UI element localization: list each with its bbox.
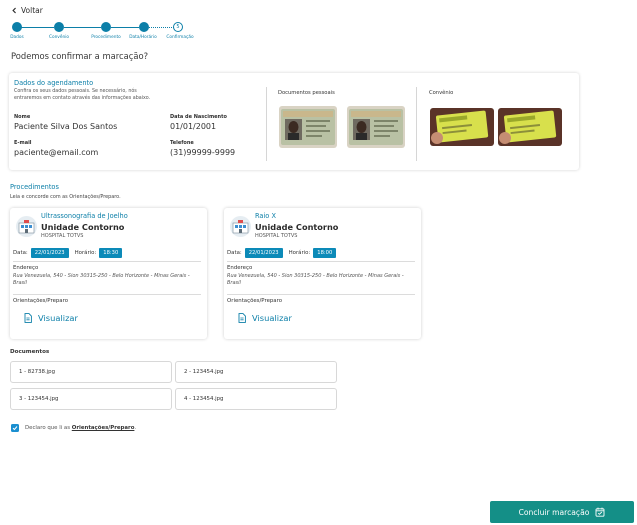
insurance-title: Convênio — [429, 90, 454, 96]
declaration-row: Declaro que li as Orientações/Preparo. — [11, 424, 136, 432]
time-chip: 18:30 — [99, 248, 123, 258]
date-chip: 22/01/2023 — [30, 248, 69, 258]
back-link[interactable]: Voltar — [11, 6, 43, 15]
procedure-unit: Unidade Contorno — [41, 222, 125, 232]
view-guidance-button[interactable]: Visualizar — [24, 313, 78, 323]
appointment-summary-card: Dados do agendamento Confira os seus dad… — [9, 73, 579, 170]
date-label: Data: — [13, 250, 28, 256]
view-guidance-button[interactable]: Visualizar — [238, 313, 292, 323]
step-label-data-horario: Data/Horário — [129, 35, 157, 40]
step-2-dot — [54, 22, 64, 32]
progress-stepper: 5 Dados Convênio Procedimento Data/Horár… — [10, 20, 202, 44]
guidance-link[interactable]: Orientações/Preparo — [72, 425, 135, 431]
guidance-label: Orientações/Preparo — [13, 298, 69, 304]
email-value: paciente@email.com — [14, 148, 99, 157]
procedures-title: Procedimentos — [10, 183, 59, 191]
procedure-name: Ultrassonografia de Joelho — [41, 212, 128, 220]
address-label: Endereço — [227, 265, 253, 271]
conclude-booking-button[interactable]: Concluir marcação — [490, 501, 634, 523]
date-label: Data: — [227, 250, 242, 256]
step-label-procedimento: Procedimento — [91, 35, 121, 40]
step-label-dados: Dados — [10, 35, 24, 40]
step-5-dot: 5 — [173, 22, 183, 32]
address-label: Endereço — [13, 265, 39, 271]
phone-value: (31)99999-9999 — [170, 148, 236, 157]
procedure-card: Ultrassonografia de Joelho Unidade Conto… — [10, 208, 207, 339]
procedure-unit: Unidade Contorno — [255, 222, 339, 232]
insurance-card-thumbnail-2[interactable] — [498, 108, 562, 146]
address-value: Rua Venezuela, 540 - Sion 30315-250 - Be… — [13, 273, 190, 286]
document-file-item[interactable]: 3 - 123454.jpg — [10, 388, 172, 410]
address-value: Rua Venezuela, 540 - Sion 30315-250 - Be… — [227, 273, 404, 286]
submit-label: Concluir marcação — [518, 507, 590, 517]
personal-doc-thumbnail-2[interactable] — [347, 106, 405, 148]
back-label: Voltar — [21, 6, 43, 15]
insurance-card-thumbnail-1[interactable] — [430, 108, 494, 146]
document-file-item[interactable]: 2 - 123454.jpg — [175, 361, 337, 383]
email-label: E-mail — [14, 140, 32, 146]
check-icon — [12, 426, 18, 431]
time-chip: 18:00 — [313, 248, 337, 258]
summary-subtitle-1: Confira os seus dados pessoais. Se neces… — [14, 89, 137, 94]
time-label: Horário: — [288, 250, 311, 256]
document-icon — [238, 313, 246, 323]
date-chip: 22/01/2023 — [244, 248, 283, 258]
birth-label: Data de Nascimento — [170, 114, 227, 120]
procedure-hospital: HOSPITAL TOTVS — [41, 233, 84, 239]
procedure-card: Raio X Unidade Contorno HOSPITAL TOTVS D… — [224, 208, 421, 339]
phone-label: Telefone — [170, 140, 194, 146]
step-4-dot — [139, 22, 149, 32]
document-file-item[interactable]: 4 - 123454.jpg — [175, 388, 337, 410]
declaration-text: Declaro que li as Orientações/Preparo. — [25, 425, 137, 431]
time-label: Horário: — [74, 250, 97, 256]
procedures-subtitle: Leia e concorde com as Orientações/Prepa… — [10, 194, 121, 200]
declaration-checkbox[interactable] — [11, 424, 19, 432]
page-title: Podemos confirmar a marcação? — [11, 51, 149, 61]
view-label: Visualizar — [252, 313, 292, 323]
summary-title: Dados do agendamento — [14, 79, 94, 87]
step-3-dot — [101, 22, 111, 32]
birth-value: 01/01/2001 — [170, 122, 217, 131]
procedure-name: Raio X — [255, 212, 276, 220]
calendar-check-icon — [595, 507, 605, 517]
hospital-icon — [16, 216, 37, 237]
view-label: Visualizar — [38, 313, 78, 323]
name-label: Nome — [14, 114, 31, 120]
personal-docs-title: Documentos pessoais — [278, 90, 335, 96]
step-label-confirmacao: Confirmação — [166, 35, 194, 40]
document-file-item[interactable]: 1 - 82738.jpg — [10, 361, 172, 383]
document-icon — [24, 313, 32, 323]
personal-doc-thumbnail-1[interactable] — [279, 106, 337, 148]
documents-title: Documentos — [10, 349, 50, 355]
procedure-hospital: HOSPITAL TOTVS — [255, 233, 298, 239]
guidance-label: Orientações/Preparo — [227, 298, 283, 304]
summary-subtitle-2: entraremos em contato através das inform… — [14, 96, 151, 101]
step-1-dot — [12, 22, 22, 32]
chevron-left-icon — [12, 7, 16, 14]
step-label-convenio: Convênio — [48, 35, 70, 40]
name-value: Paciente Silva Dos Santos — [14, 122, 118, 131]
hospital-icon — [230, 216, 251, 237]
